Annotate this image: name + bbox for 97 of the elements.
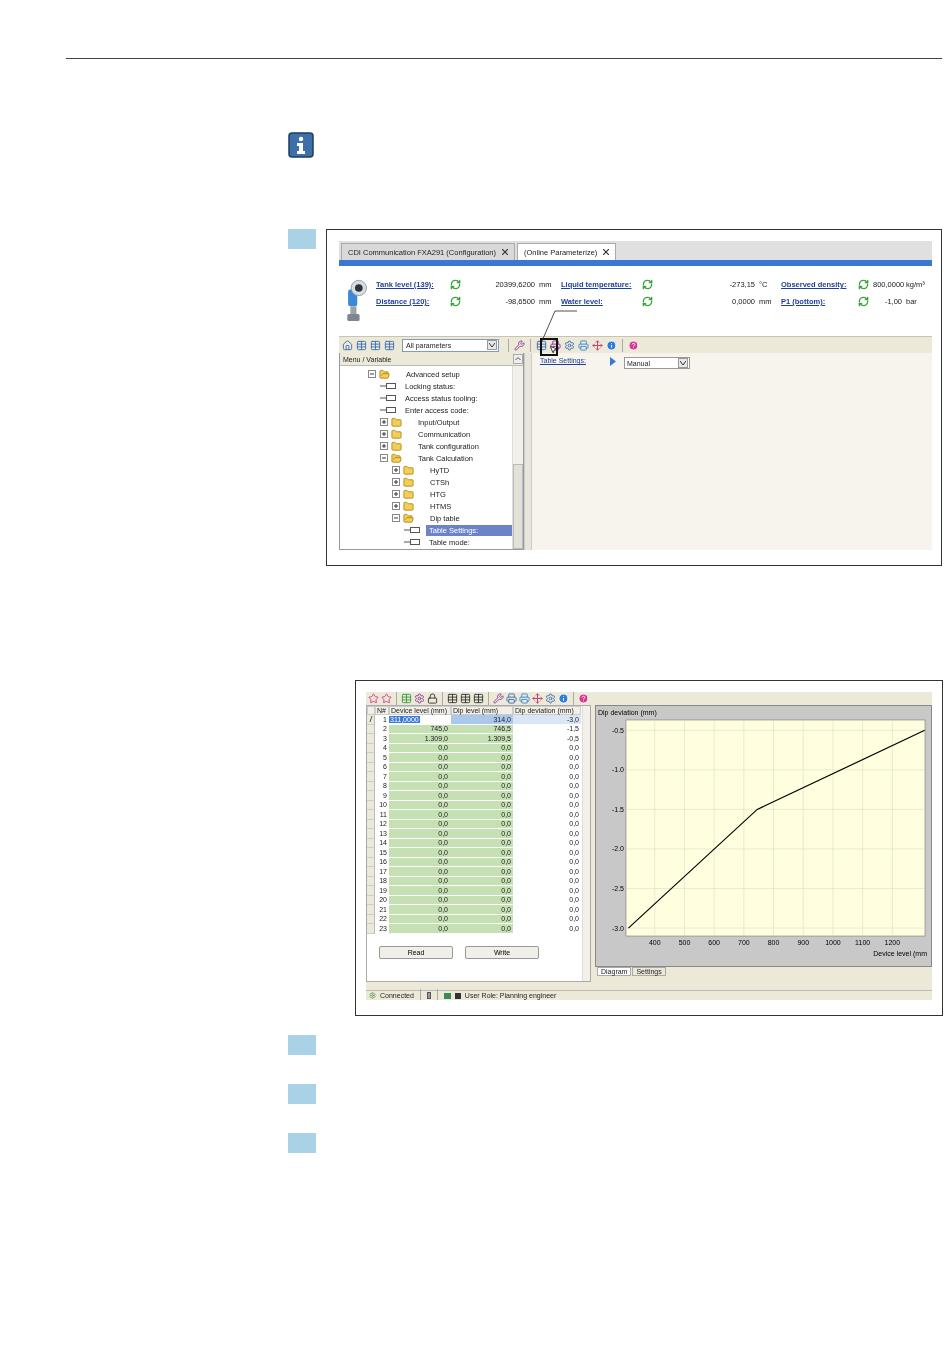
- row-marker[interactable]: [367, 743, 375, 753]
- folder-icon: [379, 368, 390, 380]
- info-icon[interactable]: [558, 693, 569, 704]
- table-icon[interactable]: [460, 693, 471, 704]
- row-marker[interactable]: [367, 810, 375, 820]
- expand-icon[interactable]: [380, 442, 388, 450]
- refresh-icon[interactable]: [449, 279, 461, 290]
- parameter-icon: [404, 539, 420, 545]
- step-marker: [288, 1133, 316, 1153]
- close-icon[interactable]: [603, 249, 610, 255]
- row-marker[interactable]: [367, 867, 375, 877]
- wrench-icon[interactable]: [493, 693, 504, 704]
- star-icon[interactable]: [381, 693, 392, 704]
- row-marker[interactable]: [367, 800, 375, 810]
- step-marker: [288, 1035, 316, 1055]
- step-marker: [288, 1084, 316, 1104]
- parameter-icon: [404, 527, 420, 533]
- gear-icon[interactable]: [414, 693, 425, 704]
- caret-icon: [680, 361, 686, 365]
- parameter-icon: [380, 407, 396, 413]
- arrows-icon[interactable]: [532, 693, 543, 704]
- step-marker: [288, 229, 316, 249]
- printer-icon[interactable]: [578, 339, 589, 351]
- refresh-icon[interactable]: [449, 296, 461, 307]
- help-icon[interactable]: [578, 693, 589, 704]
- row-marker[interactable]: [367, 895, 375, 905]
- leader-line: [541, 310, 577, 342]
- refresh-icon[interactable]: [857, 296, 869, 307]
- info-icon: [288, 132, 314, 158]
- expand-icon[interactable]: [380, 418, 388, 426]
- row-marker[interactable]: [367, 734, 375, 744]
- refresh-icon[interactable]: [857, 279, 869, 290]
- scrollbar-thumb[interactable]: [513, 464, 523, 549]
- layout-icon[interactable]: [384, 339, 395, 351]
- collapse-icon[interactable]: [392, 514, 400, 522]
- arrows-icon[interactable]: [592, 339, 603, 351]
- row-marker[interactable]: [367, 857, 375, 867]
- expand-icon[interactable]: [392, 490, 400, 498]
- row-marker[interactable]: [367, 791, 375, 801]
- expand-icon[interactable]: [392, 478, 400, 486]
- folder-icon: [403, 512, 414, 524]
- folder-icon: [391, 440, 402, 452]
- parameter-icon: [380, 383, 396, 389]
- parameter-icon: [380, 395, 396, 401]
- row-marker[interactable]: [367, 886, 375, 896]
- pencil-icon: [368, 716, 373, 723]
- folder-icon: [403, 488, 414, 500]
- arrow-icon: [610, 357, 616, 366]
- expand-icon[interactable]: [380, 430, 388, 438]
- table-icon[interactable]: [536, 339, 547, 351]
- row-marker[interactable]: [367, 914, 375, 924]
- row-marker[interactable]: [367, 838, 375, 848]
- folder-icon: [391, 428, 402, 440]
- table-icon[interactable]: [447, 693, 458, 704]
- info-icon[interactable]: [606, 339, 617, 351]
- row-marker[interactable]: [367, 772, 375, 782]
- folder-icon: [403, 464, 414, 476]
- folder-icon: [391, 416, 402, 428]
- expand-icon[interactable]: [392, 502, 400, 510]
- row-marker[interactable]: [367, 819, 375, 829]
- row-marker[interactable]: [367, 848, 375, 858]
- row-marker[interactable]: [367, 753, 375, 763]
- wrench-icon[interactable]: [514, 339, 525, 351]
- expand-icon[interactable]: [392, 466, 400, 474]
- caret-icon: [489, 343, 495, 347]
- lock-icon[interactable]: [427, 693, 438, 704]
- collapse-icon[interactable]: [380, 454, 388, 462]
- table-icon[interactable]: [473, 693, 484, 704]
- gear-icon[interactable]: [545, 693, 556, 704]
- layout-icon[interactable]: [356, 339, 367, 351]
- layout-icon[interactable]: [370, 339, 381, 351]
- scrollbar[interactable]: [582, 706, 590, 981]
- row-marker[interactable]: [367, 715, 375, 725]
- collapse-icon[interactable]: [368, 370, 376, 378]
- home-icon[interactable]: [342, 339, 353, 351]
- row-marker[interactable]: [367, 905, 375, 915]
- refresh-icon[interactable]: [641, 296, 653, 307]
- row-marker[interactable]: [367, 762, 375, 772]
- row-marker[interactable]: [367, 829, 375, 839]
- row-marker[interactable]: [367, 924, 375, 934]
- row-marker[interactable]: [367, 781, 375, 791]
- folder-icon: [403, 476, 414, 488]
- battery-icon: [426, 992, 431, 999]
- printer-icon[interactable]: [519, 693, 530, 704]
- scroll-up-icon[interactable]: [513, 354, 523, 364]
- cursor-icon: [549, 345, 558, 354]
- folder-icon: [403, 500, 414, 512]
- row-marker[interactable]: [367, 724, 375, 734]
- help-icon[interactable]: [628, 339, 639, 351]
- folder-icon: [391, 452, 402, 464]
- header-corner: [367, 706, 375, 715]
- scrollbar[interactable]: [512, 366, 523, 549]
- close-icon[interactable]: [502, 249, 508, 255]
- star-icon[interactable]: [368, 693, 379, 704]
- square-icon: [454, 992, 461, 999]
- refresh-icon[interactable]: [641, 279, 653, 290]
- row-marker[interactable]: [367, 876, 375, 886]
